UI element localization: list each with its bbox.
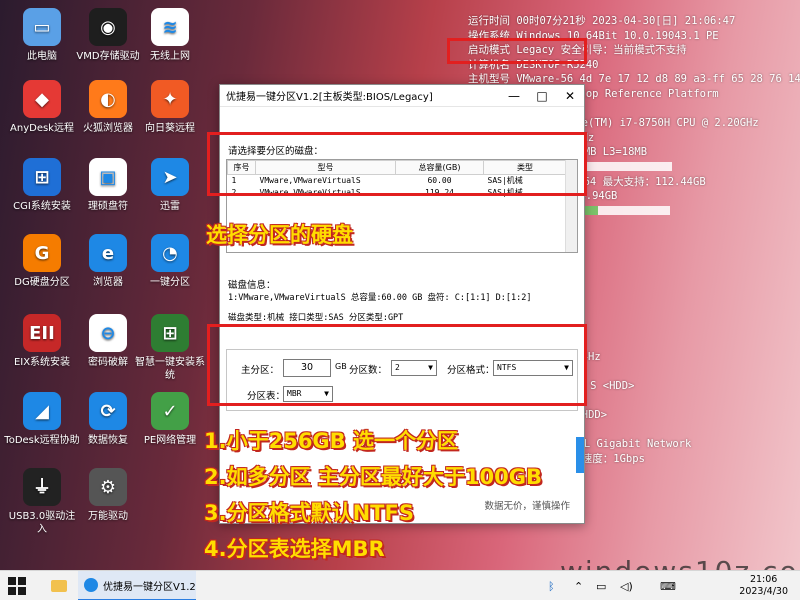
desktop-icon[interactable]: ⚙ 万能驱动	[70, 468, 146, 523]
desktop-icon-label: 无线上网	[150, 51, 190, 62]
taskbar-clock[interactable]: 21:06 2023/4/30	[739, 574, 788, 598]
disk-info-label: 磁盘信息：	[228, 280, 276, 291]
password-crack-icon: ⊖	[89, 314, 127, 352]
desktop-icon[interactable]: ⏚ USB3.0驱动注入	[4, 468, 80, 536]
desktop-icon[interactable]: ◔ 一键分区	[132, 234, 208, 289]
dialog-titlebar: 优捷易一键分区V1.2[主板类型:BIOS/Legacy] — □ ✕	[220, 85, 584, 107]
desktop-icon-label: 一键分区	[150, 277, 190, 288]
desktop-icon-label: 此电脑	[27, 51, 57, 62]
eix-install-icon: EII	[23, 314, 61, 352]
tray-keyboard[interactable]: ⌨	[660, 571, 676, 600]
legacy-highlight-box	[447, 38, 587, 64]
desktop-icon-label: EIX系统安装	[13, 357, 71, 368]
annotation-tip-1: 1.小于256GB 选一个分区	[204, 429, 458, 453]
desktop-icon-label: 智慧一键安装系统	[135, 357, 205, 381]
sunflower-icon: ✦	[151, 80, 189, 118]
cgi-install-icon: ⊞	[23, 158, 61, 196]
drive-letter-icon: ▣	[89, 158, 127, 196]
desktop-icon[interactable]: ⊞ 智慧一键安装系统	[132, 314, 208, 382]
diskgenius-icon: G	[23, 234, 61, 272]
smart-install-icon: ⊞	[151, 314, 189, 352]
disk-info-line-2: 磁盘类型:机械 接口类型:SAS 分区类型:GPT	[228, 313, 404, 323]
desktop-icon-label: PE网络管理	[143, 435, 197, 446]
tray-network[interactable]: ▭	[596, 571, 606, 600]
file-explorer-button[interactable]	[46, 571, 72, 600]
annotation-select-disk: 选择分区的硬盘	[206, 223, 353, 247]
clock-time: 21:06	[749, 574, 778, 585]
desktop-icon[interactable]: ➤ 迅雷	[132, 158, 208, 213]
clock-date: 2023/4/30	[739, 586, 788, 597]
tray-volume[interactable]: ◁)	[620, 571, 633, 600]
action-button-edge[interactable]	[576, 437, 584, 473]
desktop-icon[interactable]: ◆ AnyDesk远程	[4, 80, 80, 135]
browser-icon: e	[89, 234, 127, 272]
desktop-icon[interactable]: ✦ 向日葵远程	[132, 80, 208, 135]
taskbar: 优捷易一键分区V1.2 ᛒ ⌃ ▭ ◁) ⌨ 21:06 2023/4/30	[0, 570, 800, 600]
taskbar-app-partition[interactable]: 优捷易一键分区V1.2	[78, 571, 196, 600]
desktop-icon[interactable]: EII EIX系统安装	[4, 314, 80, 369]
desktop-icon[interactable]: ✓ PE网络管理	[132, 392, 208, 447]
anydesk-icon: ◆	[23, 80, 61, 118]
desktop-icon-label: 向日葵远程	[145, 123, 195, 134]
data-recovery-icon: ⟳	[89, 392, 127, 430]
footer-warning: 数据无价，谨慎操作	[484, 501, 570, 512]
bluetooth-icon: ᛒ	[548, 579, 555, 593]
desktop-icon-label: ToDesk远程协助	[4, 435, 80, 446]
desktop-icon[interactable]: ≋ 无线上网	[132, 8, 208, 63]
desktop-icon[interactable]: ▭ 此电脑	[4, 8, 80, 63]
tray-more[interactable]: ⌃	[574, 571, 583, 600]
desktop-icon[interactable]: ⊞ CGI系统安装	[4, 158, 80, 213]
wifi-icon: ≋	[151, 8, 189, 46]
universal-driver-icon: ⚙	[89, 468, 127, 506]
start-button[interactable]	[8, 577, 26, 595]
settings-highlight-box	[207, 324, 587, 406]
thunder-icon: ➤	[151, 158, 189, 196]
volume-icon: ◁)	[620, 579, 633, 593]
taskbar-app-label: 优捷易一键分区V1.2	[103, 581, 196, 593]
network-icon: ▭	[596, 579, 607, 593]
desktop-icon-label: DG硬盘分区	[14, 277, 70, 288]
desktop-icon[interactable]: G DG硬盘分区	[4, 234, 80, 289]
one-key-partition-icon	[84, 578, 98, 592]
sysinfo-line: 运行时间 00时07分21秒 2023-04-30[日] 21:06:47	[468, 15, 736, 27]
close-button[interactable]: ✕	[556, 89, 584, 103]
desktop-icon-label: USB3.0驱动注入	[8, 511, 76, 535]
maximize-button[interactable]: □	[528, 89, 556, 103]
annotation-tip-3: 3.分区格式默认NTFS	[204, 501, 414, 525]
keyboard-icon: ⌨	[660, 579, 676, 593]
desktop-icon-label: 迅雷	[160, 201, 180, 212]
desktop-icon-label: 万能驱动	[88, 511, 128, 522]
tray-bluetooth[interactable]: ᛒ	[548, 571, 555, 600]
computer-icon: ▭	[23, 8, 61, 46]
desktop-icon-label: CGI系统安装	[13, 201, 71, 212]
usb-driver-icon: ⏚	[23, 468, 61, 506]
annotation-tip-4: 4.分区表选择MBR	[204, 537, 385, 561]
dialog-title: 优捷易一键分区V1.2[主板类型:BIOS/Legacy]	[226, 92, 433, 103]
vmd-driver-icon: ◉	[89, 8, 127, 46]
folder-icon	[51, 580, 67, 592]
disk-highlight-box	[207, 132, 587, 196]
todesk-icon: ◢	[23, 392, 61, 430]
disk-info-line-1: 1:VMware,VMwareVirtualS 总容量:60.00 GB 盘符:…	[228, 293, 532, 303]
minimize-button[interactable]: —	[500, 89, 528, 103]
annotation-tip-2: 2.如多分区 主分区最好大于100GB	[204, 465, 542, 489]
pe-network-icon: ✓	[151, 392, 189, 430]
chevron-up-icon: ⌃	[574, 579, 584, 593]
firefox-icon: ◐	[89, 80, 127, 118]
desktop-icon-label: AnyDesk远程	[10, 123, 74, 134]
desktop-icon[interactable]: ◢ ToDesk远程协助	[4, 392, 80, 447]
one-key-partition-icon: ◔	[151, 234, 189, 272]
